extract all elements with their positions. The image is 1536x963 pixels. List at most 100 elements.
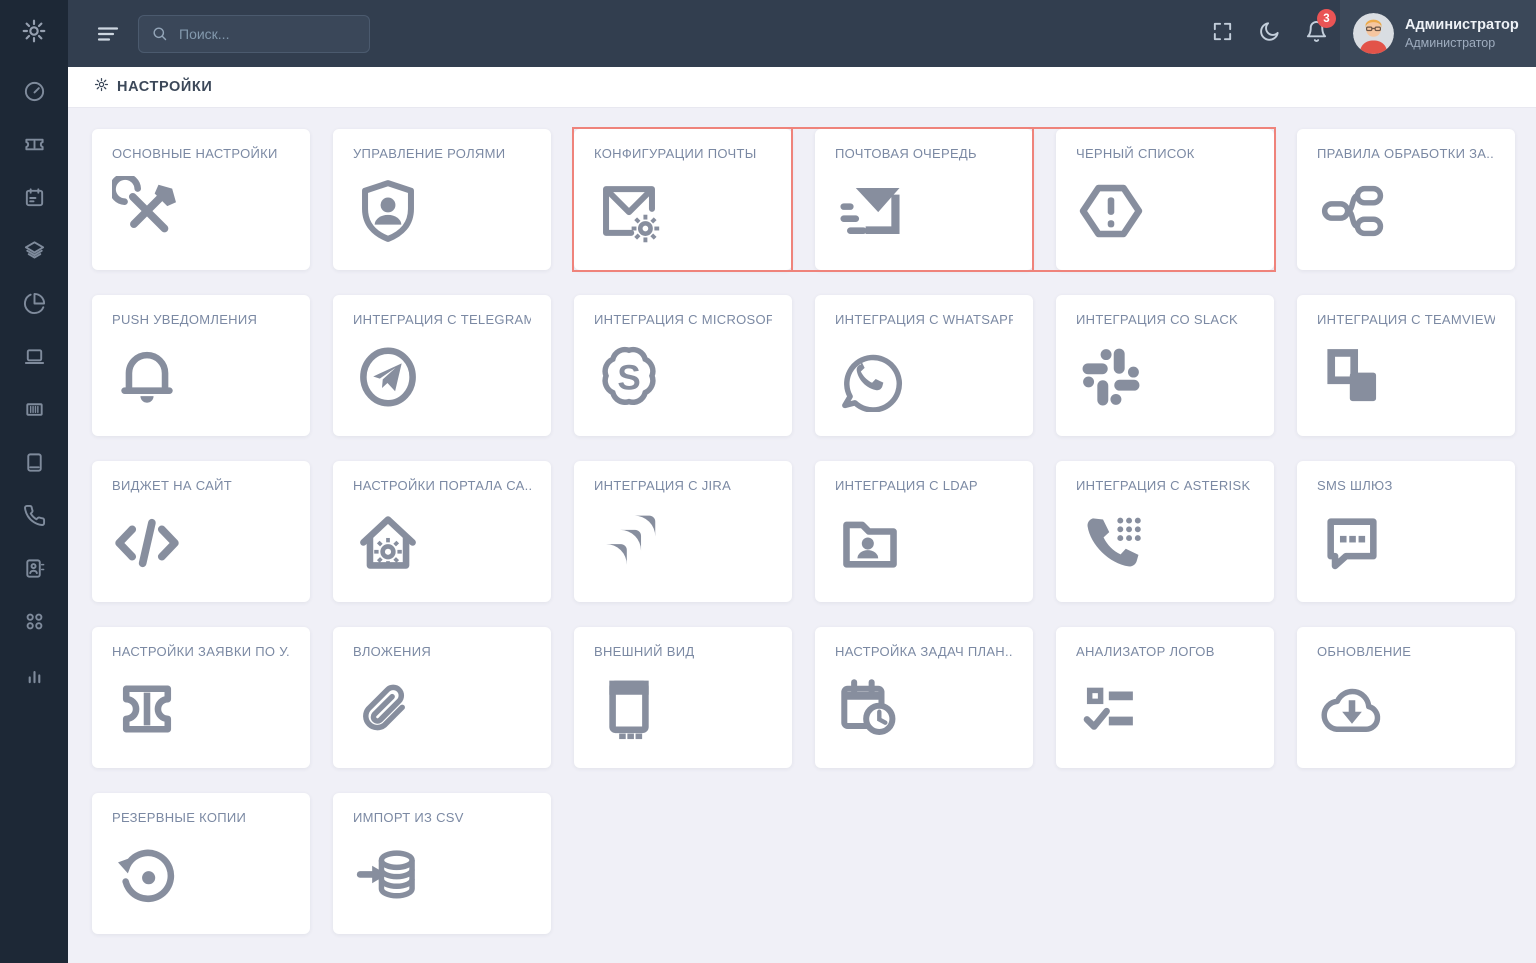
address-book-icon [23,557,46,585]
card-title: НАСТРОЙКА ЗАДАЧ ПЛАН... [835,644,1013,659]
whatsapp-icon [835,342,905,412]
dark-mode-button[interactable] [1246,0,1293,67]
widget-code-icon [112,508,182,578]
settings-card[interactable]: НАСТРОЙКИ ЗАЯВКИ ПО У... [92,627,310,768]
settings-card[interactable]: PUSH УВЕДОМЛЕНИЯ [92,295,310,436]
settings-card[interactable]: ИНТЕГРАЦИЯ С TEAMVIEW... [1297,295,1515,436]
calendar-icon [23,186,46,214]
scheduler-icon [835,674,905,744]
content-area: ОСНОВНЫЕ НАСТРОЙКИУПРАВЛЕНИЕ РОЛЯМИ КОНФИ… [68,108,1536,963]
settings-card[interactable]: ПРАВИЛА ОБРАБОТКИ ЗА... [1297,129,1515,270]
table-icon [23,398,46,426]
sidebar-item-bar-chart[interactable] [0,650,68,703]
laptop-icon [23,345,46,373]
fullscreen-icon [1211,20,1234,48]
rules-icon [1317,176,1387,246]
sidebar-item-settings[interactable] [0,0,68,67]
bar-chart-icon [23,663,46,691]
ticket-settings-icon [112,674,182,744]
sidebar-item-calendar[interactable] [0,173,68,226]
search-input[interactable] [177,25,347,43]
log-analyzer-icon [1076,674,1146,744]
settings-card[interactable]: НАСТРОЙКИ ПОРТАЛА СА... [333,461,551,602]
user-menu[interactable]: Администратор Администратор [1340,0,1536,67]
search-icon [151,25,168,42]
sidebar-item-table[interactable] [0,385,68,438]
card-title: ИНТЕГРАЦИЯ С TEAMVIEW... [1317,312,1495,327]
card-title: РЕЗЕРВНЫЕ КОПИИ [112,810,290,825]
settings-card[interactable]: АНАЛИЗАТОР ЛОГОВ [1056,627,1274,768]
svg-text:S: S [617,359,640,398]
settings-card[interactable]: ВНЕШНИЙ ВИД [574,627,792,768]
settings-card[interactable]: КОНФИГУРАЦИИ ПОЧТЫ [574,129,792,270]
settings-card[interactable]: ИНТЕГРАЦИЯ С JIRA [574,461,792,602]
fullscreen-button[interactable] [1199,0,1246,67]
csv-import-icon [353,840,423,910]
sidebar-item-apps[interactable] [0,597,68,650]
card-title: ВИДЖЕТ НА САЙТ [112,478,290,493]
card-title: ИНТЕГРАЦИЯ С WHATSAPP [835,312,1013,327]
settings-card[interactable]: НАСТРОЙКА ЗАДАЧ ПЛАН... [815,627,1033,768]
attachments-icon [353,674,423,744]
card-title: НАСТРОЙКИ ПОРТАЛА СА... [353,478,531,493]
card-title: ИНТЕГРАЦИЯ С JIRA [594,478,772,493]
telegram-icon [353,342,423,412]
portal-icon [353,508,423,578]
settings-card[interactable]: ИМПОРТ ИЗ CSV [333,793,551,934]
sidebar-item-pie-chart[interactable] [0,279,68,332]
gear-icon [94,77,109,97]
card-title: ЧЕРНЫЙ СПИСОК [1076,146,1254,161]
dashboard-icon [23,80,46,108]
settings-card[interactable]: ВИДЖЕТ НА САЙТ [92,461,310,602]
settings-card[interactable]: ИНТЕГРАЦИЯ СО SLACK [1056,295,1274,436]
card-title: ПРАВИЛА ОБРАБОТКИ ЗА... [1317,146,1495,161]
sidebar-item-laptop[interactable] [0,332,68,385]
settings-cards-grid: ОСНОВНЫЕ НАСТРОЙКИУПРАВЛЕНИЕ РОЛЯМИ КОНФИ… [68,108,1536,955]
card-title: ИНТЕГРАЦИЯ С MICROSOF... [594,312,772,327]
settings-card[interactable]: ОСНОВНЫЕ НАСТРОЙКИ [92,129,310,270]
settings-card[interactable]: ПОЧТОВАЯ ОЧЕРЕДЬ [815,129,1033,270]
settings-card[interactable]: ИНТЕГРАЦИЯ С LDAP [815,461,1033,602]
teamviewer-icon [1317,342,1387,412]
sidebar-item-dashboard[interactable] [0,67,68,120]
sidebar-item-book[interactable] [0,438,68,491]
notifications-button[interactable]: 3 [1293,0,1340,67]
slack-icon [1076,342,1146,412]
topbar: 3 Администратор [68,0,1536,67]
settings-card[interactable]: ИНТЕГРАЦИЯ С MICROSOF... S [574,295,792,436]
ldap-icon [835,508,905,578]
settings-card[interactable]: ОБНОВЛЕНИЕ [1297,627,1515,768]
card-title: АНАЛИЗАТОР ЛОГОВ [1076,644,1254,659]
settings-card[interactable]: ВЛОЖЕНИЯ [333,627,551,768]
gear-icon [21,18,47,49]
backup-icon [112,840,182,910]
push-bell-icon [112,342,182,412]
settings-card[interactable]: ИНТЕГРАЦИЯ С WHATSAPP [815,295,1033,436]
card-title: ИНТЕГРАЦИЯ С TELEGRAM... [353,312,531,327]
settings-card[interactable]: ИНТЕГРАЦИЯ С ASTERISK [1056,461,1274,602]
settings-card[interactable]: ИНТЕГРАЦИЯ С TELEGRAM... [333,295,551,436]
card-title: КОНФИГУРАЦИИ ПОЧТЫ [594,146,772,161]
sidebar-item-address-book[interactable] [0,544,68,597]
card-title: НАСТРОЙКИ ЗАЯВКИ ПО У... [112,644,290,659]
notification-badge: 3 [1317,9,1336,28]
sms-icon [1317,508,1387,578]
page-title: НАСТРОЙКИ [117,79,212,95]
update-icon [1317,674,1387,744]
roles-shield-icon [353,176,423,246]
sidebar-item-layers[interactable] [0,226,68,279]
card-title: ПОЧТОВАЯ ОЧЕРЕДЬ [835,146,1013,161]
settings-card[interactable]: SMS ШЛЮЗ [1297,461,1515,602]
search-box [138,15,370,53]
sidebar-item-ticket[interactable] [0,120,68,173]
settings-card[interactable]: РЕЗЕРВНЫЕ КОПИИ [92,793,310,934]
sidebar-item-phone[interactable] [0,491,68,544]
settings-card[interactable]: ЧЕРНЫЙ СПИСОК [1056,129,1274,270]
menu-toggle-button[interactable] [96,22,120,46]
settings-card[interactable]: УПРАВЛЕНИЕ РОЛЯМИ [333,129,551,270]
hamburger-icon [96,22,120,46]
mail-config-icon [594,176,664,246]
appearance-icon [594,674,664,744]
card-title: SMS ШЛЮЗ [1317,478,1495,493]
pie-chart-icon [23,292,46,320]
